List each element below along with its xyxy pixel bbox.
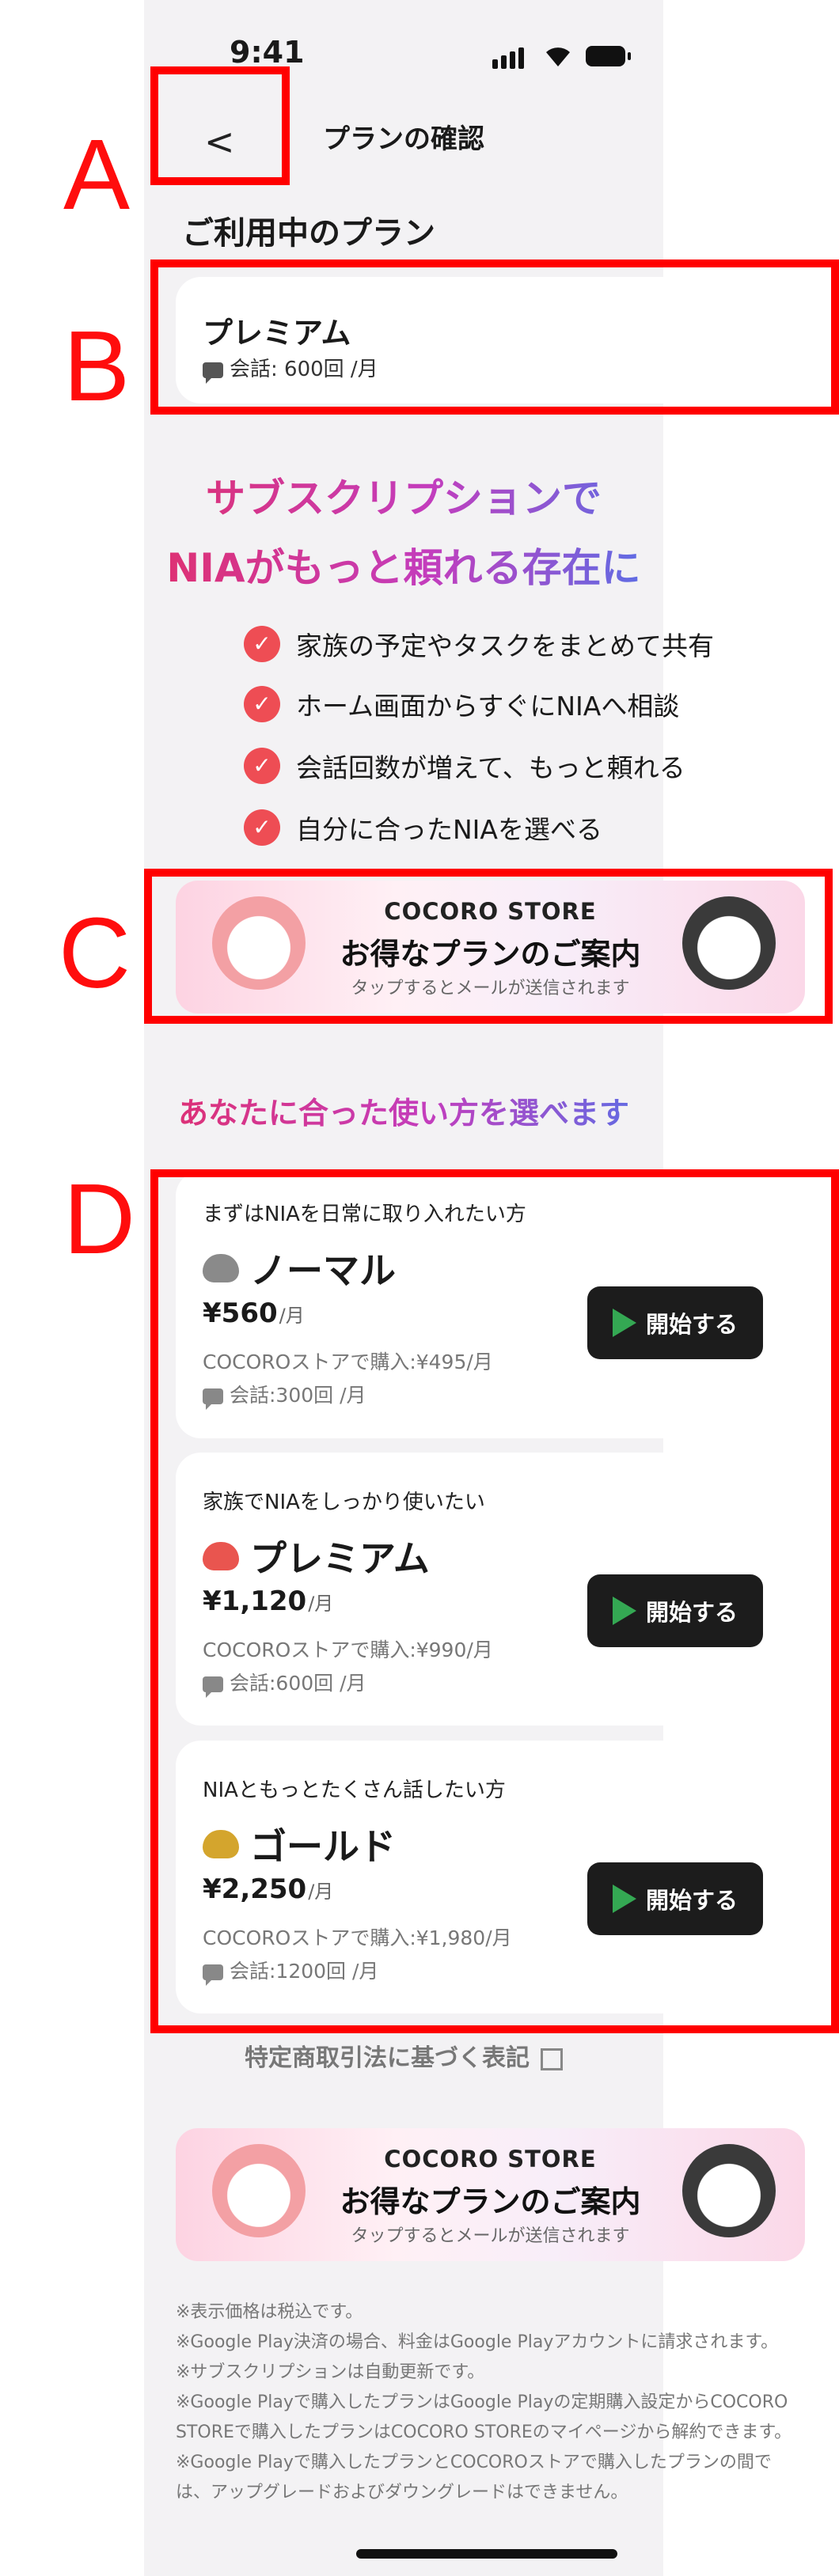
plans-section-title: あなたに合った使い方を選べます <box>144 1089 663 1132</box>
check-icon: ✓ <box>244 626 280 662</box>
check-icon: ✓ <box>244 809 280 846</box>
banner-main-text: お得なプランのご案内 <box>340 2184 641 2219</box>
current-plan-heading: ご利用中のプラン <box>182 215 435 252</box>
footnotes: ※表示価格は税込です。 ※Google Play決済の場合、料金はGoogle … <box>176 2298 801 2508</box>
annotation-letter-c: C <box>59 897 131 1009</box>
check-icon: ✓ <box>244 748 280 784</box>
annotation-letter-b: B <box>63 310 131 422</box>
footnote: ※表示価格は税込です。 <box>176 2302 363 2322</box>
annotation-letter-d: D <box>63 1163 135 1275</box>
feature-text: ホーム画面からすぐにNIAへ相談 <box>296 691 680 722</box>
footnote: は、アップグレードおよびダウングレードはできません。 <box>176 2483 628 2502</box>
cocoro-store-banner[interactable]: COCORO STORE お得なプランのご案内 タップするとメールが送信されます <box>176 2128 805 2261</box>
footnote: ※Google Playで購入したプランとCOCOROストアで購入したプランの間… <box>176 2453 772 2472</box>
feature-text: 会話回数が増えて、もっと頼れる <box>296 752 685 783</box>
feature-text: 家族の予定やタスクをまとめて共有 <box>296 631 714 661</box>
home-indicator[interactable] <box>356 2549 617 2559</box>
footnote: ※Google Play決済の場合、料金はGoogle Playアカウントに請求… <box>176 2332 779 2352</box>
wifi-icon <box>545 44 571 68</box>
annotation-box-d <box>150 1169 839 2033</box>
banner-sub-text: タップするとメールが送信されます <box>351 2226 630 2246</box>
feature-text: 自分に合ったNIAを選べる <box>296 814 602 845</box>
annotation-letter-a: A <box>63 119 131 230</box>
legal-notice-text: 特定商取引法に基づく表記 <box>245 2044 530 2072</box>
footnote: ※サブスクリプションは自動更新です。 <box>176 2362 485 2382</box>
feature-item: ✓ 会話回数が増えて、もっと頼れる <box>244 747 685 785</box>
check-icon: ✓ <box>244 686 280 722</box>
promo-headline-line1: サブスクリプションで <box>144 467 663 524</box>
banner-store-name: COCORO STORE <box>384 2146 597 2173</box>
external-link-icon <box>541 2048 563 2070</box>
legal-notice-link[interactable]: 特定商取引法に基づく表記 <box>144 2038 663 2073</box>
battery-icon <box>586 46 631 66</box>
feature-item: ✓ 家族の予定やタスクをまとめて共有 <box>244 625 714 663</box>
status-time: 9:41 <box>230 35 305 70</box>
annotation-box-b <box>150 259 839 415</box>
feature-item: ✓ 自分に合ったNIAを選べる <box>244 809 602 847</box>
annotation-box-c <box>144 869 833 1024</box>
annotation-box-a <box>150 66 290 185</box>
footnote: STOREで購入したプランはCOCORO STOREのマイページから解約できます… <box>176 2423 792 2442</box>
promo-headline-line2: NIAがもっと頼れる存在に <box>144 536 663 593</box>
feature-item: ✓ ホーム画面からすぐにNIAへ相談 <box>244 685 679 723</box>
signal-icon <box>492 47 524 69</box>
footnote: ※Google Playで購入したプランはGoogle Playの定期購入設定か… <box>176 2392 788 2412</box>
